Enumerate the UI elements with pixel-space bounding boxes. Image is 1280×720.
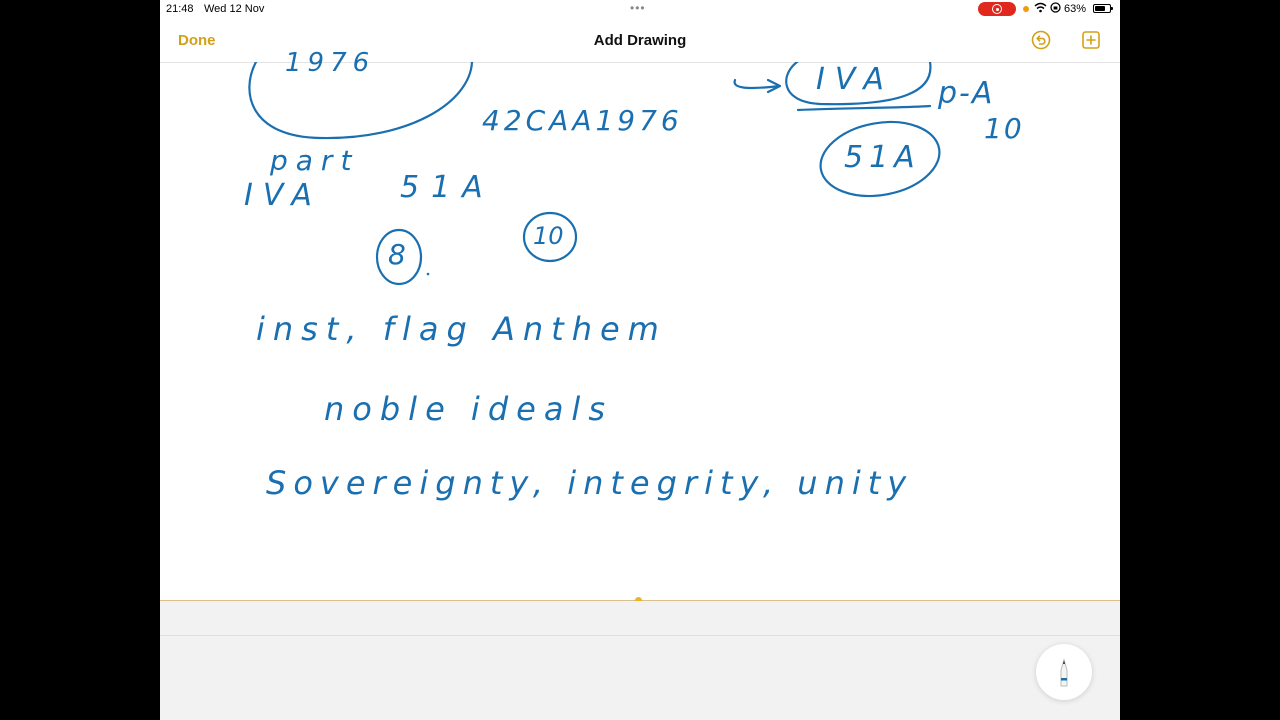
undo-icon[interactable] [1031,30,1051,50]
status-date: Wed 12 Nov [204,3,265,15]
ink-arrow-right [733,78,782,94]
ipad-screen: Done Add Drawing 1976 42CAA1976 part IVA… [160,0,1120,720]
ink-text-line-sovereignty: Sovereignty, integrity, unity [266,464,914,502]
ink-dot [426,272,430,276]
tool-palette-area [160,601,1120,720]
ink-text-line-inst: inst, flag Anthem [256,310,667,348]
ink-text-right-10: 10 [984,112,1024,145]
ink-text-42caa1976: 42CAA1976 [482,104,683,137]
ink-text-right-51a: 51A [844,140,921,175]
ink-text-part: part [270,144,360,177]
ink-text-51a: 51A [400,170,495,205]
pencil-tool-icon[interactable] [1036,644,1092,700]
ink-text-1976: 1976 [285,48,376,78]
page-title: Add Drawing [593,32,687,49]
tool-palette-separator [160,635,1120,636]
battery-icon [1093,4,1113,13]
orientation-lock-icon [1050,2,1061,16]
microphone-indicator-icon [1023,6,1029,12]
status-time: 21:48 [166,3,194,15]
ink-text-right-pa: p-A [938,76,995,111]
multitasking-dots[interactable]: ••• [630,1,646,15]
ink-underline-right [796,104,932,112]
ink-text-iva: IVA [244,178,322,213]
plus-square-icon[interactable] [1081,30,1101,50]
status-bar: 21:48 Wed 12 Nov ••• 63% [0,0,1280,18]
ink-text-right-iva: IVA [816,62,894,97]
ink-text-line-noble: noble ideals [324,390,613,428]
drawing-canvas[interactable]: 1976 42CAA1976 part IVA 51A 8 10 IVA p-A… [160,48,1120,600]
ink-text-8: 8 [388,238,406,271]
screen-recording-icon[interactable] [978,2,1016,16]
ink-text-10: 10 [533,222,564,250]
wifi-icon [1034,2,1047,16]
battery-percentage: 63% [1064,3,1087,15]
